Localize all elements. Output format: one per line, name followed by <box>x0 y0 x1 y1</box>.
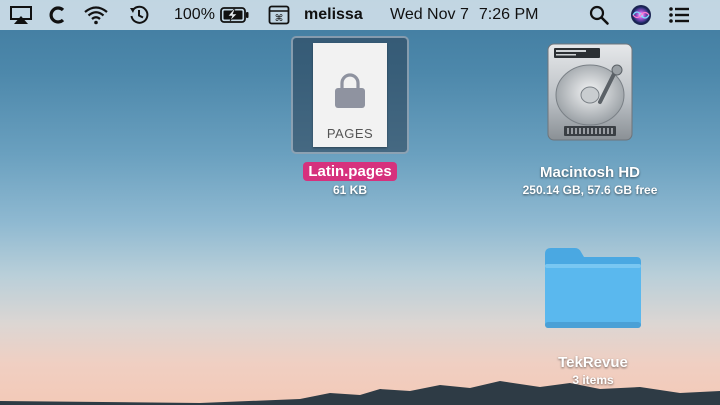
svg-text:⌘: ⌘ <box>275 14 284 24</box>
mountain-silhouette <box>0 381 720 405</box>
file-size: 61 KB <box>332 183 367 197</box>
pages-document-icon: PAGES <box>313 43 387 147</box>
notification-center-icon[interactable] <box>668 0 690 30</box>
file-item[interactable]: PAGES Latin.pages 61 KB <box>291 36 409 197</box>
search-icon[interactable] <box>588 0 610 30</box>
file-name[interactable]: Latin.pages <box>303 162 397 181</box>
c-app-icon[interactable] <box>47 0 69 30</box>
airplay-icon[interactable] <box>10 0 32 30</box>
time-machine-icon[interactable] <box>128 0 150 30</box>
lock-icon <box>335 73 365 108</box>
hard-drive-icon[interactable] <box>540 40 640 146</box>
file-selection-highlight[interactable]: PAGES <box>291 36 409 154</box>
battery-status[interactable]: 100% <box>174 0 250 30</box>
folder-icon[interactable] <box>541 244 645 330</box>
battery-percent: 100% <box>174 6 215 23</box>
folder-item[interactable]: TekRevue 3 items <box>533 244 653 387</box>
drive-name[interactable]: Macintosh HD <box>540 164 640 181</box>
drive-item[interactable]: Macintosh HD 250.14 GB, 57.6 GB free <box>510 40 670 197</box>
user-name: melissa <box>304 6 363 23</box>
wifi-icon[interactable] <box>83 0 109 30</box>
drive-info: 250.14 GB, 57.6 GB free <box>522 183 658 197</box>
folder-name[interactable]: TekRevue <box>558 354 628 371</box>
user-menu[interactable]: melissa <box>304 0 363 30</box>
desktop[interactable]: 100% ⌘ melissa Wed Nov 7 7:26 PM PAGES L… <box>0 0 720 405</box>
clock[interactable]: Wed Nov 7 7:26 PM <box>390 0 538 30</box>
menu-bar: 100% ⌘ melissa Wed Nov 7 7:26 PM <box>0 0 720 30</box>
document-type-label: PAGES <box>326 126 374 141</box>
date-text: Wed Nov 7 <box>390 6 469 23</box>
time-text: 7:26 PM <box>478 6 539 23</box>
keyboard-menu-icon[interactable]: ⌘ <box>268 0 290 30</box>
siri-icon[interactable] <box>630 0 652 30</box>
battery-charging-icon <box>220 7 249 23</box>
